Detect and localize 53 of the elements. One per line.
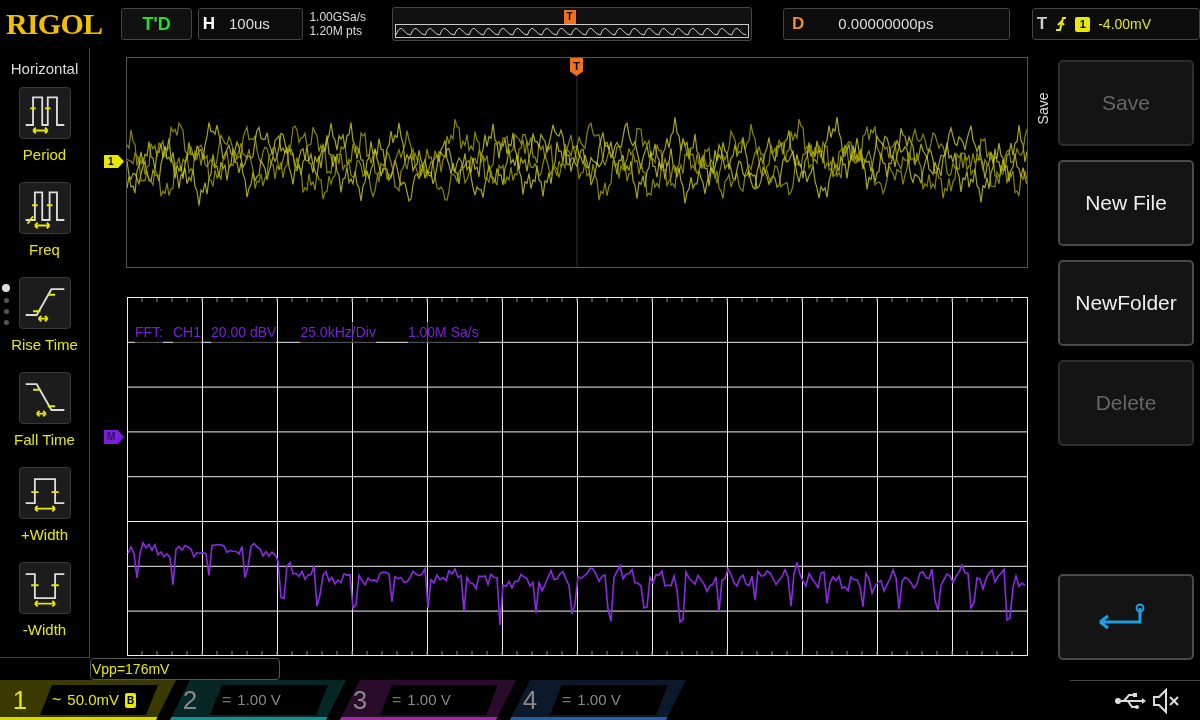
- channel-tab[interactable]: 3 = 1.00 V: [340, 680, 516, 720]
- measure-button[interactable]: Period: [0, 86, 90, 182]
- menu-title: Horizontal: [10, 59, 79, 79]
- trigger-position-marker: T: [570, 58, 583, 76]
- run-status[interactable]: T'D: [121, 8, 192, 40]
- coupling-symbol: =: [221, 690, 232, 710]
- coupling-symbol: ~: [51, 690, 62, 710]
- channel-number: 1: [11, 683, 29, 717]
- measure-button[interactable]: +Width: [0, 466, 90, 562]
- trigger-level: -4.00mV: [1098, 14, 1152, 34]
- brand-logo: RIGOL: [6, 9, 104, 39]
- trigger-box[interactable]: T 1 -4.00mV: [1031, 8, 1200, 40]
- usb-icon: [1114, 691, 1146, 710]
- channel-scale: 1.00 V: [407, 689, 451, 710]
- measure-button[interactable]: -Width: [0, 561, 90, 657]
- channel-number: 3: [351, 683, 369, 717]
- rising-edge-icon: [1055, 16, 1068, 32]
- math-marker: M: [104, 430, 124, 444]
- trigger-source-badge: 1: [1075, 16, 1091, 32]
- horizontal-value: 100us: [229, 13, 270, 34]
- channel-scale: 50.0mV: [67, 689, 120, 710]
- channel-number: 4: [521, 683, 539, 717]
- enter-button[interactable]: [1058, 574, 1194, 660]
- fft-info-text: 25.0kHz/Div: [300, 322, 376, 343]
- measure-button[interactable]: Fall Time: [0, 371, 90, 467]
- channel-number: 2: [181, 683, 199, 717]
- channel-tab[interactable]: 1 ~ 50.0mV B: [0, 680, 176, 720]
- delay-label: D: [792, 13, 805, 36]
- coupling-symbol: =: [561, 690, 572, 710]
- sample-rate: 1.00GSa/s: [309, 10, 368, 24]
- channel-tab[interactable]: 2 = 1.00 V: [170, 680, 346, 720]
- trigger-label: T: [1036, 13, 1048, 36]
- speaker-muted-icon[interactable]: [1152, 687, 1182, 714]
- memory-depth: 1.20M pts: [309, 24, 364, 38]
- horizontal-scale-box[interactable]: H 100us: [197, 8, 304, 40]
- waveform-overview-icon: [394, 24, 749, 38]
- channel-scale: 1.00 V: [577, 689, 621, 710]
- delay-value: 0.00000000ps: [838, 13, 934, 34]
- channel-tab[interactable]: 4 = 1.00 V: [510, 680, 686, 720]
- coupling-symbol: =: [391, 690, 402, 710]
- measurement-readout: Vpp=176mV: [90, 658, 280, 680]
- delay-box[interactable]: D 0.00000000ps: [783, 8, 1011, 40]
- menu-button[interactable]: New File: [1058, 160, 1194, 246]
- menu-title: Save: [1034, 92, 1053, 125]
- horizontal-label: H: [202, 13, 215, 36]
- channel-marker: 1: [104, 155, 124, 168]
- measure-button[interactable]: Rise Time: [0, 276, 90, 372]
- channel-scale: 1.00 V: [237, 689, 281, 710]
- trigger-position-marker: T: [563, 10, 576, 24]
- fft-info-text: 1.00M Sa/s: [407, 322, 479, 343]
- measure-button[interactable]: Freq: [0, 181, 90, 277]
- menu-button[interactable]: NewFolder: [1058, 260, 1194, 346]
- bandwidth-limit-badge: B: [125, 692, 137, 708]
